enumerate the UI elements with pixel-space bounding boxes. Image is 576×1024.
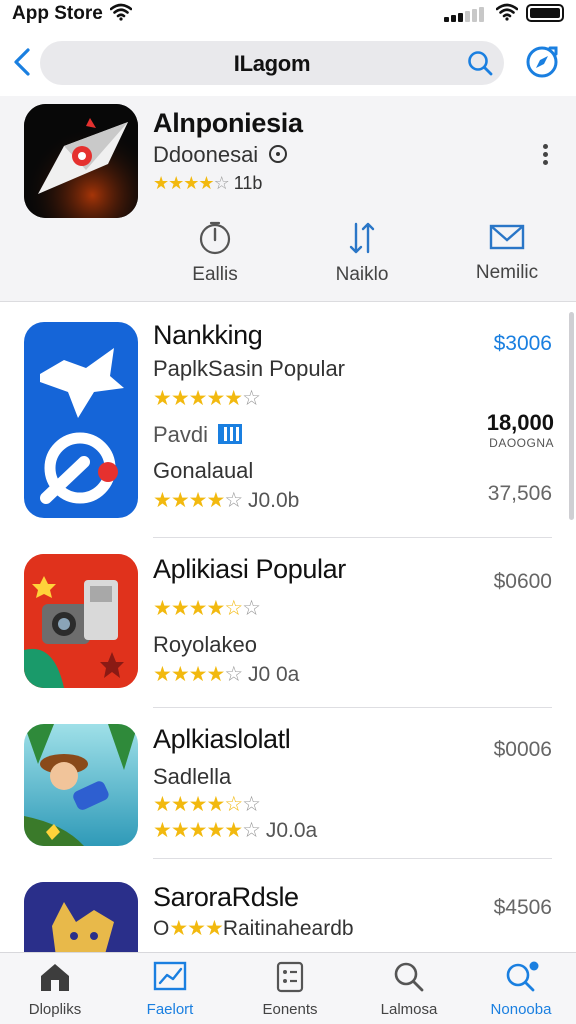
app-subtitle: O★★★Raitinaheardb — [153, 917, 354, 940]
app-subtitle: Royolakeo — [153, 632, 257, 657]
action-mail[interactable]: Nemilic — [447, 220, 567, 284]
featured-app-icon[interactable] — [24, 104, 138, 218]
timer-icon — [199, 221, 231, 255]
search-icon[interactable] — [466, 49, 494, 77]
tab-charts[interactable]: Faelort — [115, 961, 225, 1018]
download-count: 18,000 — [486, 410, 554, 435]
app-name: Nankking — [153, 320, 263, 350]
status-bar: App Store — [0, 0, 576, 28]
app-icon — [24, 322, 138, 518]
download-label: DAOOGNA — [489, 436, 554, 450]
star-rating: ★★★★☆☆ — [153, 597, 261, 620]
app-icon — [24, 882, 138, 952]
tab-updates[interactable]: Nonooba — [466, 961, 576, 1018]
sort-icon — [349, 222, 375, 254]
app-list: Nankking PaplkSasin Popular ★★★★★☆ Pavdi… — [0, 302, 576, 952]
tab-bar: Dlopliks Faelort Eonents Lalmosa Nonooba — [0, 952, 576, 1024]
search-badge-icon — [506, 961, 539, 992]
app-developer: Gonalaual — [153, 458, 254, 483]
back-button[interactable] — [10, 44, 34, 80]
featured-app-subtitle: Ddoonesai — [153, 142, 288, 168]
app-rating-stars: ★★★★☆☆ — [153, 792, 261, 817]
list-item[interactable]: Aplikiasi Popular ★★★★☆☆ Royolakeo ★★★★☆… — [0, 538, 576, 708]
app-icon — [24, 554, 138, 688]
more-options-button[interactable] — [540, 144, 550, 170]
list-doc-icon — [276, 961, 304, 993]
star-rating: ★★★★★☆ — [153, 387, 261, 410]
star-rating: ★★★★☆ — [153, 663, 243, 686]
tab-home[interactable]: Dlopliks — [0, 961, 110, 1018]
nav-bar: ILagom — [0, 36, 576, 92]
app-subtitle: PaplkSasin Popular — [153, 356, 346, 381]
app-name: SaroraRdsle — [153, 882, 299, 912]
carrier-label: App Store — [12, 3, 103, 24]
battery-icon — [526, 4, 564, 22]
star-rating: ★★★★☆ — [153, 489, 243, 512]
app-rating: ★★★★★☆ J0.0a — [153, 819, 318, 842]
search-bar[interactable]: ILagom — [40, 41, 504, 85]
chart-icon — [153, 961, 187, 991]
app-rating-stars: ★★★★☆☆ — [153, 596, 261, 621]
secondary-price: 37,506 — [487, 482, 552, 505]
info-icon[interactable] — [268, 144, 288, 164]
bars-icon — [218, 424, 243, 444]
scrollbar[interactable] — [569, 312, 574, 520]
app-name: Aplikiasi Popular — [153, 554, 346, 584]
row-divider — [153, 858, 552, 859]
home-icon — [41, 964, 69, 991]
compass-icon[interactable] — [522, 42, 562, 82]
app-extra-line: Pavdi — [153, 422, 243, 448]
star-rating: ★★★★★☆ — [153, 819, 261, 842]
action-timer[interactable]: Eallis — [155, 220, 275, 286]
mail-icon — [489, 224, 525, 250]
app-rating: ★★★★☆ J0 0a — [153, 663, 300, 686]
star-rating: ★★★ — [169, 917, 223, 940]
tab-list[interactable]: Eonents — [235, 961, 345, 1018]
featured-app-name: Alnponiesia — [153, 108, 303, 138]
list-item[interactable]: Aplkiaslolatl Sadlella ★★★★☆☆ ★★★★★☆ J0.… — [0, 708, 576, 876]
tab-search[interactable]: Lalmosa — [354, 961, 464, 1018]
wifi-icon — [110, 3, 132, 21]
list-item[interactable]: SaroraRdsle O★★★Raitinaheardb $4506 — [0, 876, 576, 952]
list-item[interactable]: Nankking PaplkSasin Popular ★★★★★☆ Pavdi… — [0, 302, 576, 538]
search-icon — [394, 962, 424, 992]
app-rating-stars: ★★★★★☆ — [153, 386, 261, 411]
app-price[interactable]: $4506 — [494, 896, 552, 920]
action-sort[interactable]: Naiklo — [302, 220, 422, 286]
app-icon — [24, 724, 138, 846]
featured-app-header: Alnponiesia Ddoonesai ★★★★☆ 11b Eallis N… — [0, 96, 576, 302]
app-name: Aplkiaslolatl — [153, 724, 291, 754]
app-rating: ★★★★☆ J0.0b — [153, 489, 300, 512]
star-rating: ★★★★☆☆ — [153, 793, 261, 816]
star-rating: ★★★★☆ — [153, 173, 230, 193]
app-subtitle: Sadlella — [153, 764, 232, 789]
app-price[interactable]: $3006 — [494, 332, 552, 356]
app-price[interactable]: $0006 — [494, 738, 552, 762]
nav-title: ILagom — [233, 51, 311, 76]
signal-icon — [444, 6, 490, 22]
featured-app-rating: ★★★★☆ 11b — [153, 173, 263, 193]
app-price[interactable]: $0600 — [494, 570, 552, 594]
wifi-icon — [496, 3, 518, 21]
